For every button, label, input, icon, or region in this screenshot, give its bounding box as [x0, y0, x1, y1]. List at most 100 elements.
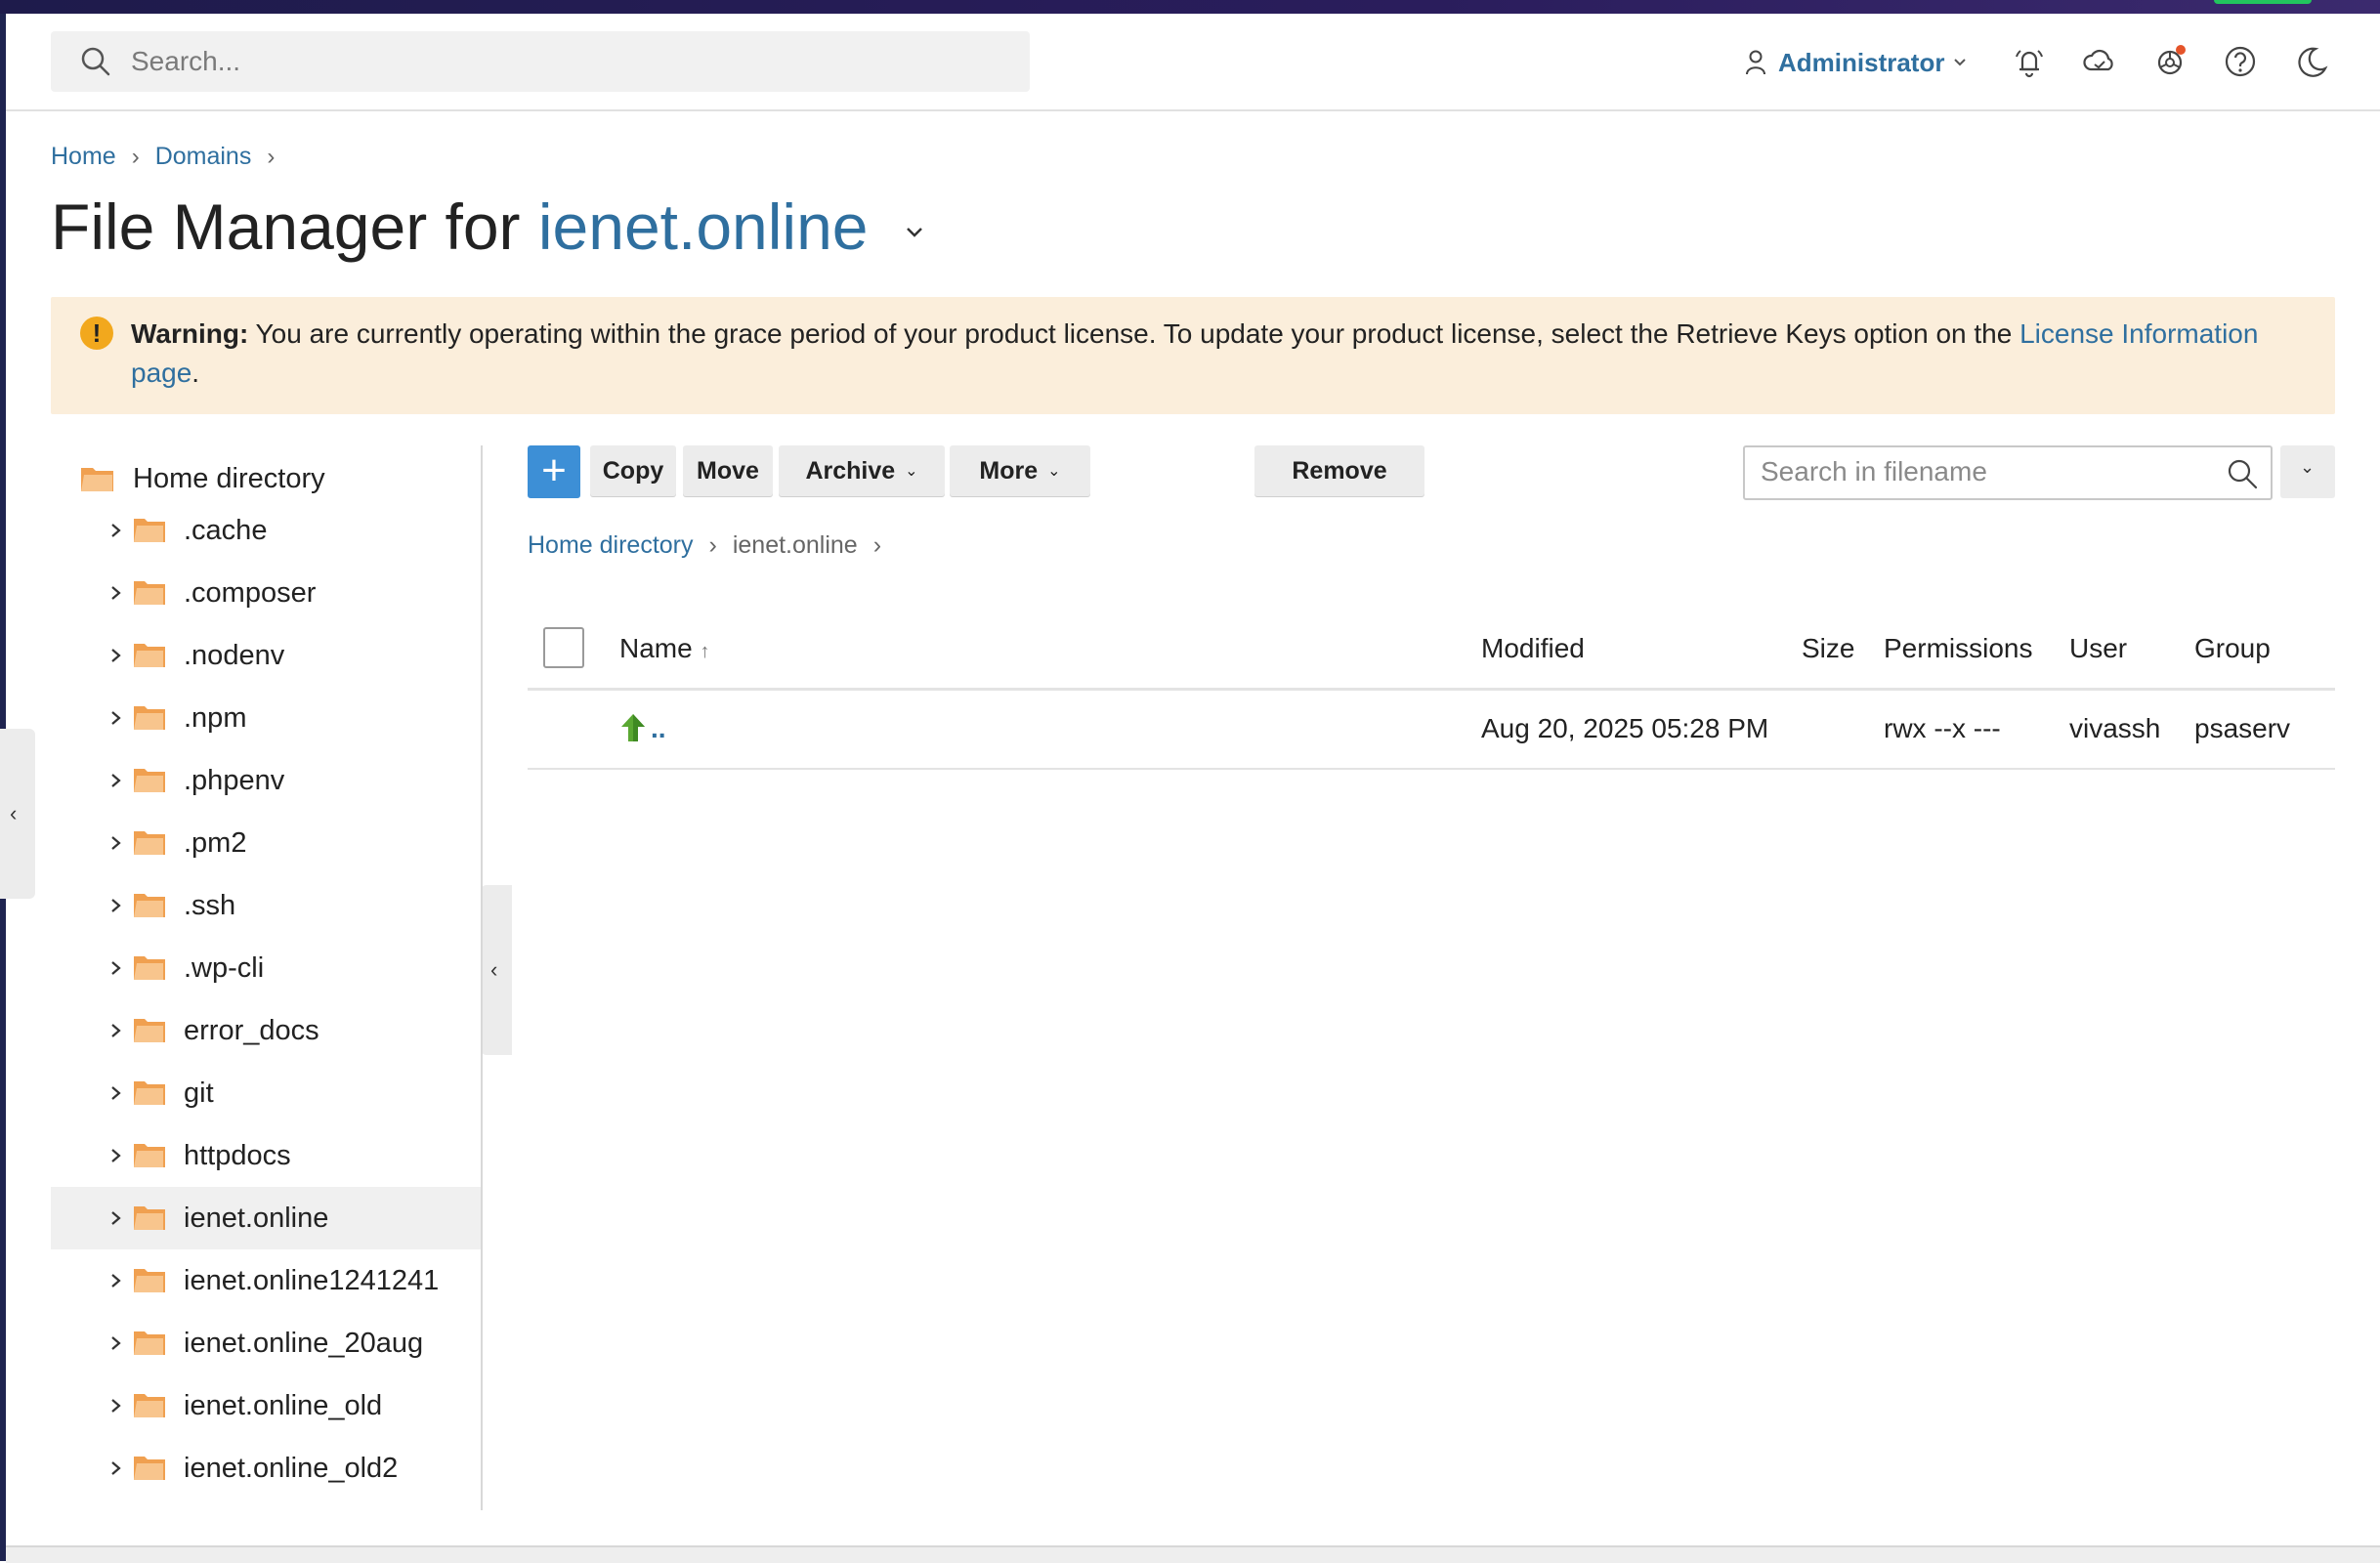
tree-collapse-button[interactable]: ‹: [481, 885, 512, 1055]
more-button[interactable]: More ⌄: [950, 445, 1090, 496]
row-permissions[interactable]: rwx --x ---: [1884, 690, 2001, 768]
select-all-checkbox[interactable]: [543, 627, 584, 668]
column-user[interactable]: User: [2069, 610, 2127, 688]
chevron-right-icon[interactable]: [109, 1269, 123, 1292]
chevron-down-icon[interactable]: [906, 227, 923, 238]
column-group[interactable]: Group: [2194, 610, 2271, 688]
row-group: psaserv: [2194, 713, 2291, 743]
chevron-right-icon[interactable]: [109, 894, 123, 917]
tree-item[interactable]: .pm2: [51, 812, 481, 874]
tree-item-label: git: [184, 1077, 214, 1109]
global-search-input[interactable]: Search...: [51, 31, 1030, 92]
breadcrumb-domains[interactable]: Domains: [155, 143, 252, 171]
cloud-icon[interactable]: [2081, 43, 2118, 80]
chevron-right-icon[interactable]: [109, 1144, 123, 1167]
folder-icon: [134, 519, 165, 542]
chevron-right-icon[interactable]: [109, 581, 123, 605]
extensions-icon[interactable]: [2151, 43, 2189, 80]
search-icon[interactable]: [2226, 457, 2259, 490]
chevron-right-icon[interactable]: [109, 956, 123, 980]
column-permissions[interactable]: Permissions: [1884, 610, 2032, 688]
bottom-bar: [6, 1545, 2380, 1563]
tree-item-label: .ssh: [184, 890, 236, 921]
chevron-right-icon: ›: [267, 143, 276, 170]
status-indicator: [2214, 0, 2312, 4]
table-row[interactable]: .. Aug 20, 2025 05:28 PM rwx --x --- viv…: [528, 690, 2335, 770]
tree-item-label: ienet.online1241241: [184, 1265, 440, 1296]
app: Search... Administrator Home › Domains ›…: [0, 14, 2380, 1563]
remove-button[interactable]: Remove: [1254, 445, 1424, 496]
chevron-right-icon: ›: [872, 531, 882, 559]
tree-item-label: ienet.online_old2: [184, 1453, 399, 1484]
folder-icon: [134, 831, 165, 855]
tree-item-label: .nodenv: [184, 640, 285, 671]
chevron-right-icon: ›: [708, 531, 717, 559]
copy-button[interactable]: Copy: [590, 445, 676, 496]
column-name-label: Name: [619, 633, 693, 663]
folder-icon: [134, 1269, 165, 1292]
tree-item-label: ienet.online_20aug: [184, 1328, 424, 1359]
breadcrumb: Home › Domains ›: [51, 143, 290, 171]
chevron-down-icon: ⌄: [905, 463, 918, 480]
chevron-right-icon[interactable]: [109, 644, 123, 667]
chevron-right-icon[interactable]: [109, 831, 123, 855]
tree-item[interactable]: .ssh: [51, 874, 481, 937]
add-button[interactable]: +: [528, 445, 580, 498]
top-strip: [0, 0, 2380, 14]
path-current: ienet.online: [732, 531, 858, 559]
tree-item[interactable]: ienet.online: [51, 1187, 481, 1249]
tree-item[interactable]: httpdocs: [51, 1124, 481, 1187]
tree-item[interactable]: .cache: [51, 499, 481, 562]
help-icon[interactable]: [2222, 43, 2259, 80]
tree-item-label: httpdocs: [184, 1140, 291, 1171]
filename-search-input[interactable]: Search in filename: [1743, 445, 2273, 500]
notifications-icon[interactable]: [2011, 43, 2048, 80]
domain-switcher[interactable]: ienet.online: [538, 190, 869, 263]
folder-icon: [134, 769, 165, 792]
archive-button[interactable]: Archive ⌄: [779, 445, 945, 496]
row-modified: Aug 20, 2025 05:28 PM: [1481, 713, 1769, 743]
chevron-right-icon[interactable]: [109, 1081, 123, 1105]
tree-item[interactable]: .npm: [51, 687, 481, 749]
tree-item[interactable]: .nodenv: [51, 624, 481, 687]
search-placeholder: Search...: [131, 46, 241, 76]
chevron-right-icon[interactable]: [109, 769, 123, 792]
chevron-right-icon[interactable]: [109, 706, 123, 730]
chevron-right-icon[interactable]: [109, 519, 123, 542]
page-title: File Manager for ienet.online: [51, 188, 923, 266]
tree-item[interactable]: .phpenv: [51, 749, 481, 812]
chevron-right-icon[interactable]: [109, 1457, 123, 1480]
tree-item-label: .cache: [184, 515, 268, 546]
tree-item[interactable]: ienet.online_old2: [51, 1437, 481, 1500]
chevron-down-icon: [1954, 59, 1967, 66]
move-button[interactable]: Move: [683, 445, 773, 496]
main-nav-collapse-button[interactable]: ‹: [0, 729, 35, 899]
folder-icon: [134, 1457, 165, 1480]
chevron-right-icon[interactable]: [109, 1206, 123, 1230]
tree-item[interactable]: .composer: [51, 562, 481, 624]
tree-item-label: .npm: [184, 702, 247, 734]
search-options-dropdown[interactable]: ⌄: [2280, 445, 2335, 498]
user-menu[interactable]: Administrator: [1745, 45, 1977, 80]
column-size[interactable]: Size: [1802, 610, 1854, 688]
chevron-right-icon[interactable]: [109, 1331, 123, 1355]
tree-item[interactable]: error_docs: [51, 999, 481, 1062]
tree-item[interactable]: .wp-cli: [51, 937, 481, 999]
folder-icon: [134, 1081, 165, 1105]
column-name[interactable]: Name ↑: [619, 610, 709, 691]
parent-directory-link[interactable]: ..: [651, 690, 666, 768]
tree-item[interactable]: ienet.online_20aug: [51, 1312, 481, 1374]
breadcrumb-home[interactable]: Home: [51, 143, 116, 171]
chevron-right-icon[interactable]: [109, 1019, 123, 1042]
column-modified[interactable]: Modified: [1481, 610, 1585, 688]
path-breadcrumb: Home directory › ienet.online ›: [528, 531, 897, 560]
tree-item[interactable]: ienet.online_old: [51, 1374, 481, 1437]
warning-text: You are currently operating within the g…: [248, 318, 2020, 349]
tree-root[interactable]: Home directory: [80, 459, 325, 498]
path-root-link[interactable]: Home directory: [528, 531, 694, 560]
chevron-right-icon[interactable]: [109, 1394, 123, 1417]
tree-item[interactable]: git: [51, 1062, 481, 1124]
dark-mode-icon[interactable]: [2292, 43, 2329, 80]
tree-item[interactable]: ienet.online1241241: [51, 1249, 481, 1312]
archive-label: Archive: [805, 456, 896, 485]
